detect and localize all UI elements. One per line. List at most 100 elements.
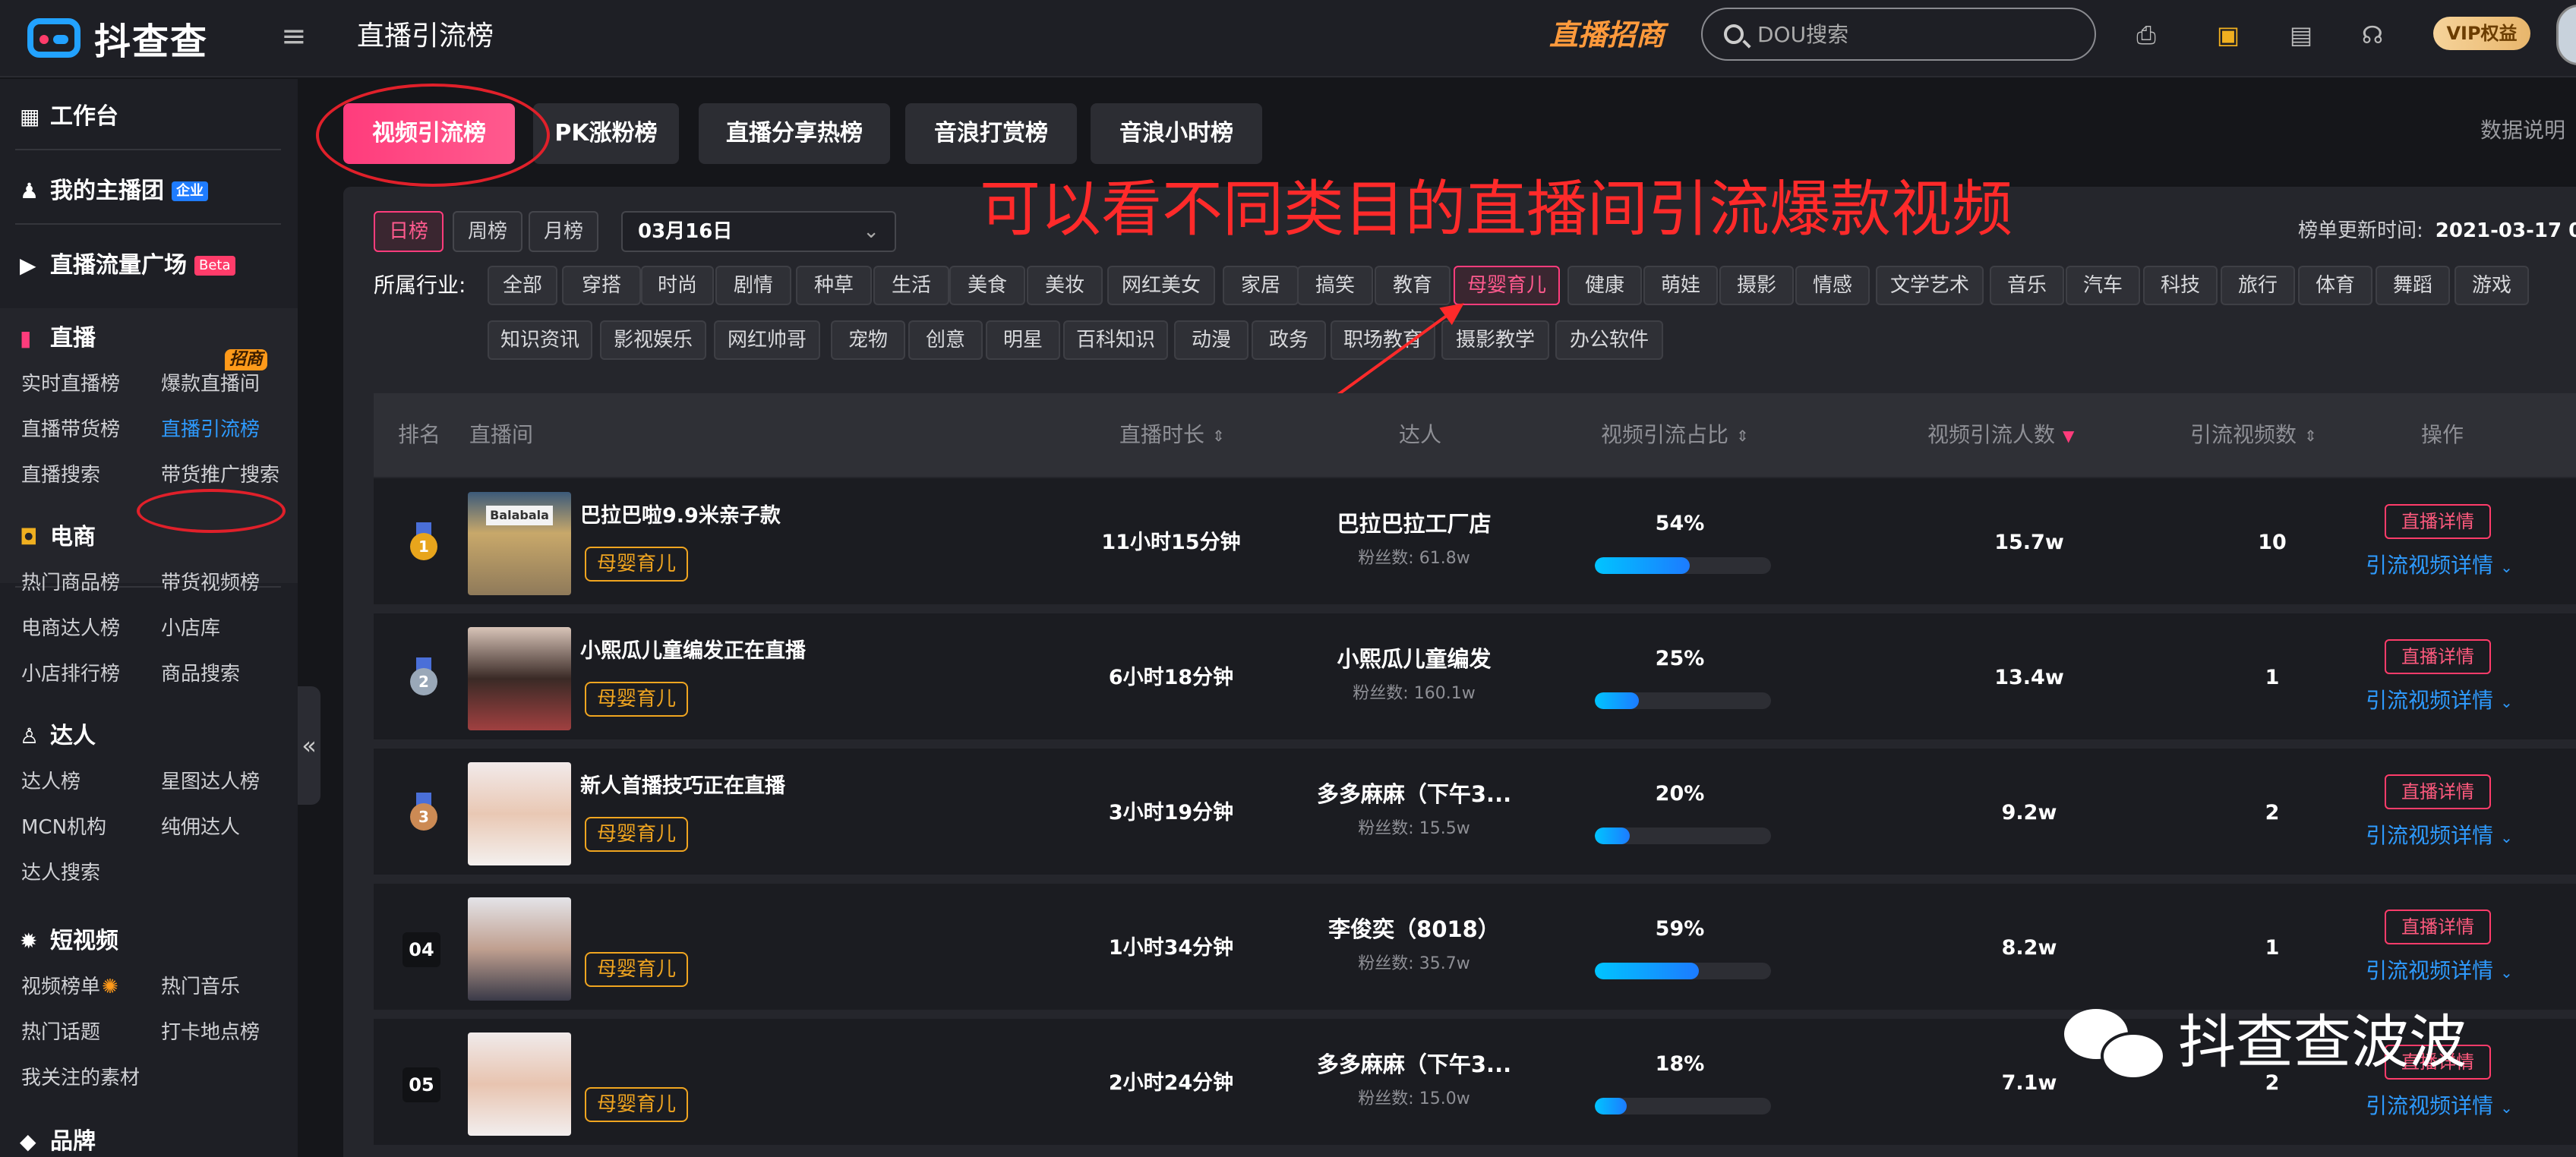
- table-row[interactable]: 2 小熙瓜儿童编发正在直播 母婴育儿 6小时18分钟 小熙瓜儿童编发 粉丝数: …: [374, 613, 2576, 744]
- industry-chip[interactable]: 网红帅哥: [714, 320, 820, 360]
- sidebar-item-ecom-influencers[interactable]: 电商达人榜: [21, 615, 120, 642]
- industry-chip[interactable]: 剧情: [715, 266, 791, 305]
- sidebar-item-store-ranking[interactable]: 小店排行榜: [21, 660, 120, 688]
- printer-icon[interactable]: ⎙: [2132, 21, 2160, 49]
- industry-chip[interactable]: 教育: [1375, 266, 1451, 305]
- logo[interactable]: 抖查查: [27, 15, 208, 63]
- industry-chip[interactable]: 文学艺术: [1876, 266, 1984, 305]
- sidebar-item-influencer-ranking[interactable]: 达人榜: [21, 768, 80, 796]
- sidebar-section-ecommerce[interactable]: ◘ 电商: [20, 522, 96, 553]
- traffic-video-detail-link[interactable]: 引流视频详情 ⌄: [2363, 818, 2515, 855]
- industry-chip[interactable]: 穿搭: [562, 266, 641, 305]
- sidebar-section-short-video[interactable]: ✹ 短视频: [20, 926, 118, 957]
- live-detail-button[interactable]: 直播详情: [2385, 639, 2491, 674]
- streamer-name[interactable]: 多多麻麻（下午3...: [1255, 777, 1574, 811]
- sidebar-item-realtime-live[interactable]: 实时直播榜: [21, 370, 120, 398]
- live-detail-button[interactable]: 直播详情: [2385, 504, 2491, 539]
- sidebar-item-mcn[interactable]: MCN机构: [21, 814, 106, 841]
- streamer-name[interactable]: 多多麻麻（下午3...: [1255, 1048, 1574, 1081]
- streamer-name[interactable]: 巴拉巴拉工厂店: [1255, 507, 1574, 541]
- industry-chip[interactable]: 百科知识: [1063, 320, 1168, 360]
- sidebar-item-live-sales[interactable]: 直播带货榜: [21, 416, 120, 443]
- sidebar-item-promo-search[interactable]: 带货推广搜索: [161, 462, 279, 489]
- industry-chip[interactable]: 动漫: [1174, 320, 1249, 360]
- tab-sound-wave-reward[interactable]: 音浪打赏榜: [905, 103, 1077, 164]
- sidebar-item-live-traffic[interactable]: 直播引流榜: [161, 416, 260, 443]
- industry-chip[interactable]: 游戏: [2454, 266, 2529, 305]
- sidebar-item-product-search[interactable]: 商品搜索: [161, 660, 240, 688]
- industry-chip[interactable]: 职场教育: [1331, 320, 1435, 360]
- industry-chip[interactable]: 汽车: [2066, 266, 2140, 305]
- industry-chip[interactable]: 体育: [2298, 266, 2372, 305]
- vip-button[interactable]: VIP权益: [2433, 17, 2530, 50]
- traffic-video-detail-link[interactable]: 引流视频详情 ⌄: [2363, 683, 2515, 720]
- table-row[interactable]: 04 母婴育儿 1小时34分钟 李俊奕（8018） 粉丝数: 35.7w 59%…: [374, 884, 2576, 1014]
- live-room-thumbnail[interactable]: [468, 897, 571, 1001]
- traffic-video-detail-link[interactable]: 引流视频详情 ⌄: [2363, 954, 2515, 990]
- collapse-sidebar-icon[interactable]: «: [298, 686, 320, 805]
- industry-chip[interactable]: 母婴育儿: [1454, 266, 1560, 305]
- tab-sound-wave-hourly[interactable]: 音浪小时榜: [1091, 103, 1262, 164]
- sidebar-item-live-plaza[interactable]: ▶ 直播流量广场 Beta: [20, 251, 235, 281]
- sidebar-item-video-ranking[interactable]: 视频榜单: [21, 973, 100, 1001]
- industry-chip[interactable]: 健康: [1567, 266, 1642, 305]
- search-box[interactable]: [1701, 8, 2096, 61]
- column-header-video-count[interactable]: 引流视频数 ⇕: [2190, 393, 2317, 477]
- streamer-name[interactable]: 李俊奕（8018）: [1255, 913, 1574, 946]
- live-room-thumbnail[interactable]: [468, 1032, 571, 1136]
- live-room-title[interactable]: 新人首播技巧正在直播: [580, 771, 785, 802]
- period-monthly[interactable]: 月榜: [529, 211, 598, 252]
- sidebar-item-hot-music[interactable]: 热门音乐: [161, 973, 240, 1001]
- sidebar-item-commission-influencer[interactable]: 纯佣达人: [161, 814, 240, 841]
- sidebar-item-xingtu-ranking[interactable]: 星图达人榜: [161, 768, 260, 796]
- industry-chip[interactable]: 宠物: [831, 320, 905, 360]
- search-input[interactable]: [1757, 17, 2076, 52]
- document-icon[interactable]: ▤: [2287, 21, 2315, 49]
- live-room-thumbnail[interactable]: [468, 627, 571, 730]
- table-row[interactable]: 3 新人首播技巧正在直播 母婴育儿 3小时19分钟 多多麻麻（下午3... 粉丝…: [374, 749, 2576, 879]
- traffic-video-detail-link[interactable]: 引流视频详情 ⌄: [2363, 548, 2515, 585]
- industry-chip[interactable]: 搞笑: [1297, 266, 1373, 305]
- industry-chip[interactable]: 政务: [1252, 320, 1326, 360]
- streamer-name[interactable]: 小熙瓜儿童编发: [1255, 642, 1574, 676]
- industry-chip[interactable]: 办公软件: [1555, 320, 1663, 360]
- headset-icon[interactable]: ☊: [2359, 21, 2386, 49]
- industry-chip[interactable]: 生活: [873, 266, 949, 305]
- industry-chip[interactable]: 美食: [949, 266, 1025, 305]
- industry-chip[interactable]: 情感: [1795, 266, 1870, 305]
- column-header-traffic-ratio[interactable]: 视频引流占比 ⇕: [1601, 393, 1749, 477]
- live-detail-button[interactable]: 直播详情: [2385, 910, 2491, 944]
- sidebar-item-checkin-places[interactable]: 打卡地点榜: [161, 1019, 260, 1046]
- industry-chip[interactable]: 知识资讯: [488, 320, 592, 360]
- user-avatar[interactable]: [2556, 5, 2576, 65]
- period-daily[interactable]: 日榜: [374, 211, 444, 252]
- industry-chip[interactable]: 舞蹈: [2376, 266, 2450, 305]
- industry-chip[interactable]: 明星: [986, 320, 1060, 360]
- date-select[interactable]: 03月16日 ⌄: [621, 211, 896, 252]
- tab-pk-fans[interactable]: PK涨粉榜: [533, 103, 679, 164]
- industry-chip[interactable]: 美妆: [1027, 266, 1103, 305]
- live-room-title[interactable]: 小熙瓜儿童编发正在直播: [580, 636, 806, 667]
- menu-toggle-icon[interactable]: ≡: [281, 21, 314, 52]
- column-header-duration[interactable]: 直播时长 ⇕: [1119, 393, 1225, 477]
- industry-chip[interactable]: 摄影教学: [1441, 320, 1549, 360]
- sidebar-section-influencer[interactable]: ♙ 达人: [20, 721, 96, 752]
- industry-chip[interactable]: 创意: [908, 320, 983, 360]
- sidebar-item-hot-topics[interactable]: 热门话题: [21, 1019, 100, 1046]
- live-promo-link[interactable]: 直播招商: [1549, 15, 1665, 55]
- sidebar-item-hot-live-room[interactable]: 爆款直播间: [161, 370, 260, 398]
- sidebar-item-anchor-group[interactable]: ♟ 我的主播团 企业: [20, 176, 208, 206]
- industry-chip[interactable]: 科技: [2143, 266, 2218, 305]
- industry-chip[interactable]: 旅行: [2221, 266, 2295, 305]
- industry-chip[interactable]: 时尚: [641, 266, 714, 305]
- sidebar-item-workbench[interactable]: ▦ 工作台: [20, 102, 118, 132]
- live-room-thumbnail[interactable]: Balabala: [468, 492, 571, 595]
- sidebar-item-hot-products[interactable]: 热门商品榜: [21, 569, 120, 597]
- sidebar-item-influencer-search[interactable]: 达人搜索: [21, 859, 100, 887]
- industry-chip[interactable]: 摄影: [1719, 266, 1794, 305]
- calendar-check-icon[interactable]: ▣: [2215, 21, 2242, 49]
- sidebar-section-live[interactable]: ▮ 直播: [20, 323, 96, 354]
- traffic-video-detail-link[interactable]: 引流视频详情 ⌄: [2363, 1089, 2515, 1125]
- industry-chip[interactable]: 网红美女: [1107, 266, 1215, 305]
- live-room-title[interactable]: 巴拉巴啦9.9米亲子款: [580, 501, 781, 531]
